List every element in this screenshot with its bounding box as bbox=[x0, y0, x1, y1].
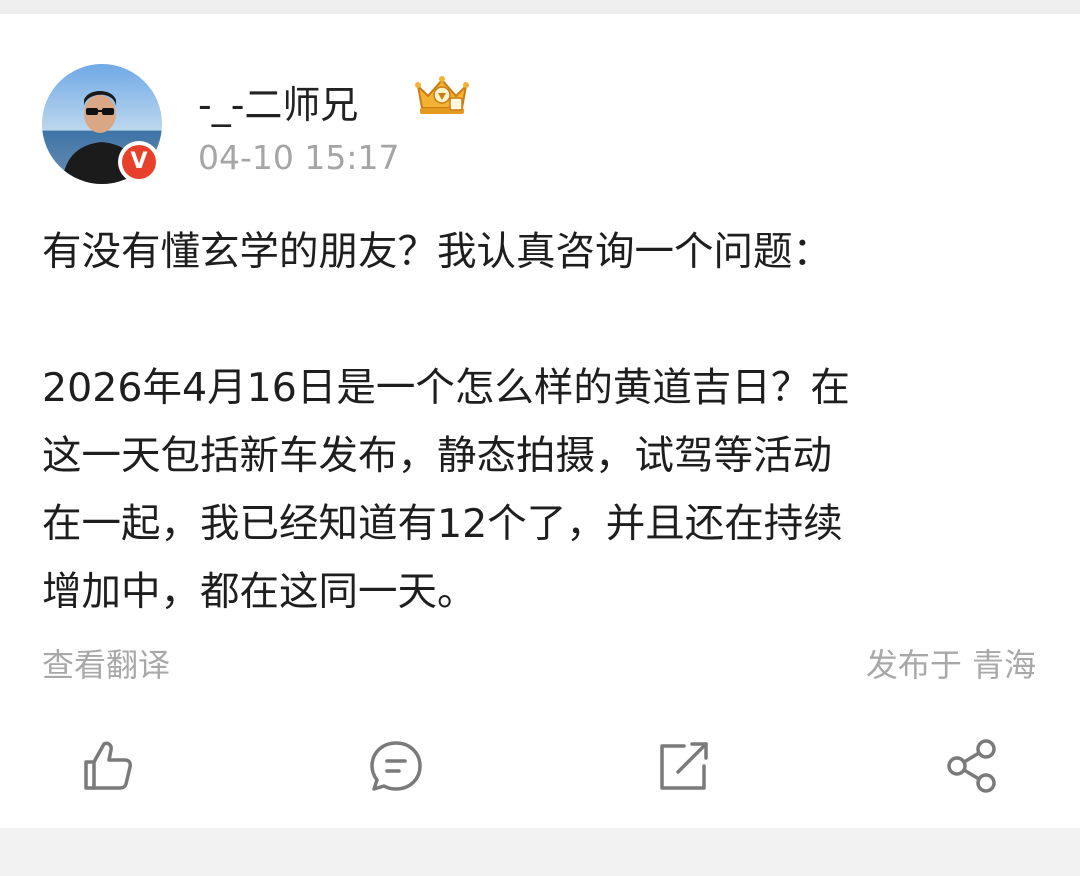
crown-badge-icon[interactable] bbox=[412, 72, 472, 118]
comment-button[interactable] bbox=[368, 738, 424, 794]
post-card: V -_-二师兄 04-10 15:17 有没有懂玄学的朋友？我认真咨询一个问题… bbox=[0, 14, 1080, 828]
post-text-line: 增加中，都在这同一天。 bbox=[42, 569, 477, 615]
like-button[interactable] bbox=[80, 738, 136, 794]
verified-badge: V bbox=[118, 141, 160, 183]
post-text-line: 2026年4月16日是一个怎么样的黄道吉日？在 bbox=[42, 365, 850, 411]
post-text-line: 这一天包括新车发布，静态拍摄，试驾等活动 bbox=[42, 433, 832, 479]
post-timestamp: 04-10 15:17 bbox=[198, 138, 400, 177]
translate-link[interactable]: 查看翻译 bbox=[42, 640, 170, 686]
verified-v-icon: V bbox=[122, 145, 156, 179]
post-text-line: 有没有懂玄学的朋友？我认真咨询一个问题： bbox=[42, 229, 832, 275]
post-text-line: 在一起，我已经知道有12个了，并且还在持续 bbox=[42, 501, 843, 547]
share-icon bbox=[947, 739, 996, 793]
repost-button[interactable] bbox=[656, 738, 712, 794]
comment-icon bbox=[370, 741, 422, 791]
author-name[interactable]: -_-二师兄 bbox=[198, 74, 358, 129]
post-location: 发布于 青海 bbox=[865, 646, 1036, 684]
share-button[interactable] bbox=[944, 738, 1000, 794]
thumbs-up-icon bbox=[84, 741, 132, 790]
repost-icon bbox=[660, 742, 708, 790]
bottom-divider bbox=[0, 828, 1080, 876]
